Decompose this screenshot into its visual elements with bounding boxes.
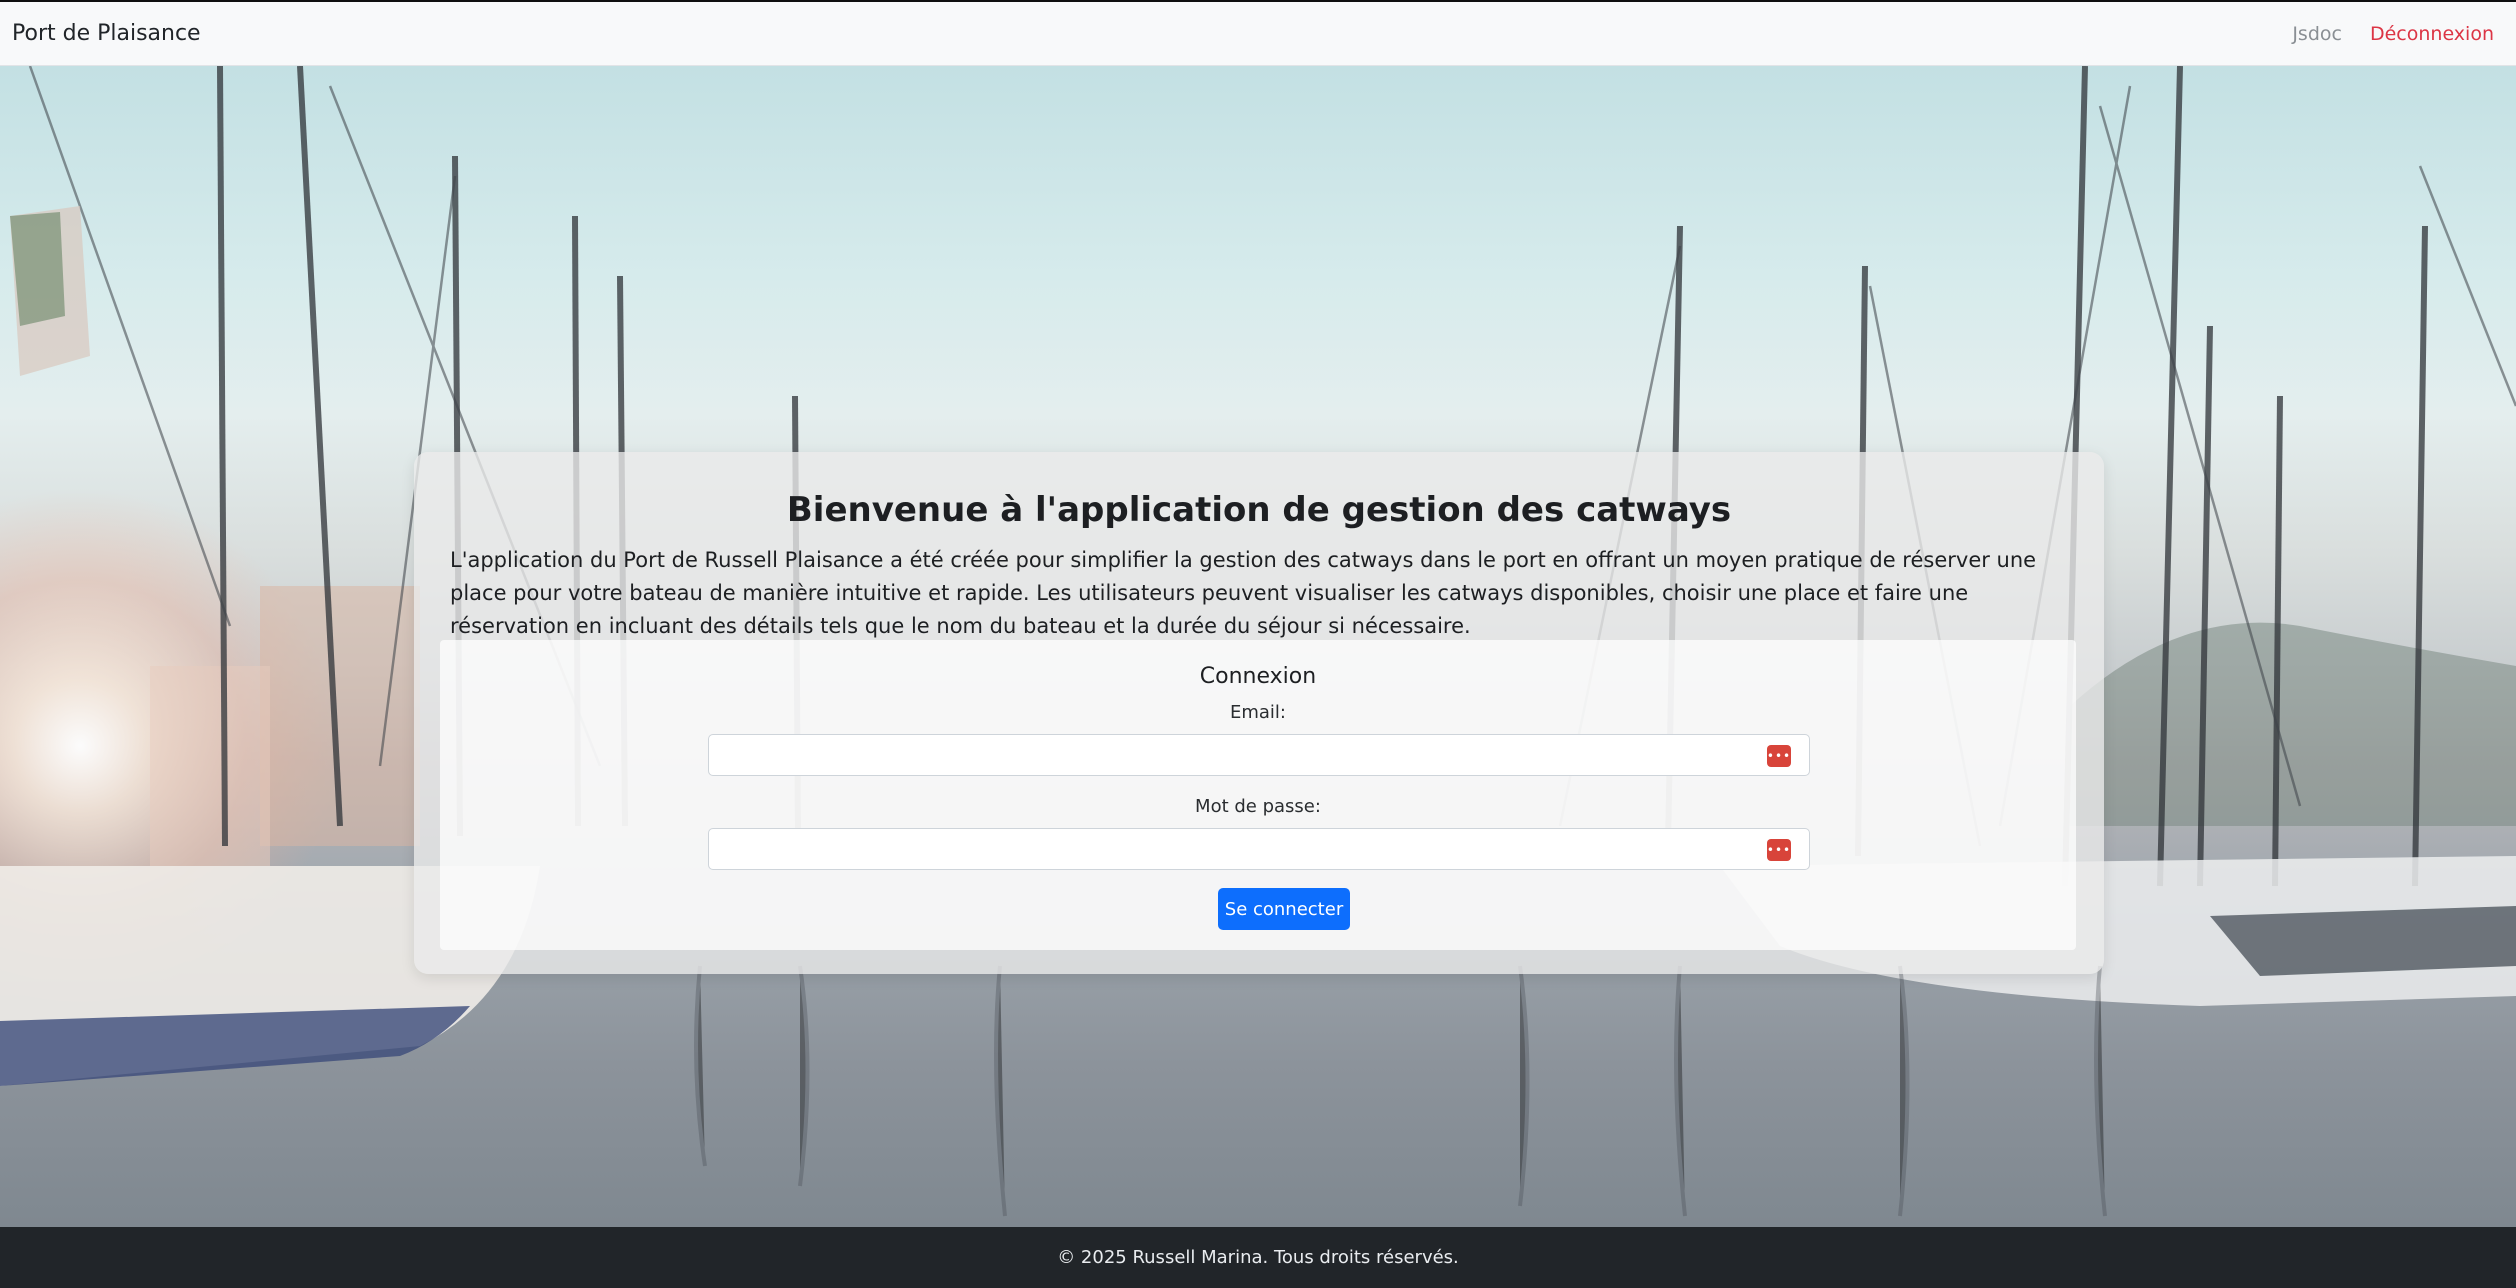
- password-manager-icon[interactable]: •••: [1767, 745, 1791, 767]
- top-navbar: Port de Plaisance Jsdoc Déconnexion: [0, 0, 2516, 66]
- welcome-panel: Bienvenue à l'application de gestion des…: [414, 452, 2104, 974]
- footer-copyright: © 2025 Russell Marina. Tous droits réser…: [1057, 1247, 1459, 1268]
- password-label: Mot de passe:: [1195, 796, 1321, 817]
- page-title: Bienvenue à l'application de gestion des…: [786, 490, 1732, 530]
- email-label: Email:: [1229, 702, 1286, 723]
- login-form: Connexion Email: ••• Mot de passe: ••• S…: [440, 640, 2076, 950]
- nav-links: Jsdoc Déconnexion: [2292, 23, 2494, 45]
- login-submit-button[interactable]: Se connecter: [1218, 888, 1350, 930]
- login-title: Connexion: [1199, 664, 1317, 689]
- email-field[interactable]: •••: [708, 734, 1810, 776]
- page-footer: © 2025 Russell Marina. Tous droits réser…: [0, 1227, 2516, 1288]
- hero-background: Bienvenue à l'application de gestion des…: [0, 66, 2516, 1227]
- app-description: L'application du Port de Russell Plaisan…: [450, 548, 2037, 638]
- password-manager-icon[interactable]: •••: [1767, 839, 1791, 861]
- jsdoc-link[interactable]: Jsdoc: [2292, 23, 2342, 45]
- brand-link[interactable]: Port de Plaisance: [12, 21, 201, 46]
- logout-link[interactable]: Déconnexion: [2370, 23, 2494, 45]
- password-field[interactable]: •••: [708, 828, 1810, 870]
